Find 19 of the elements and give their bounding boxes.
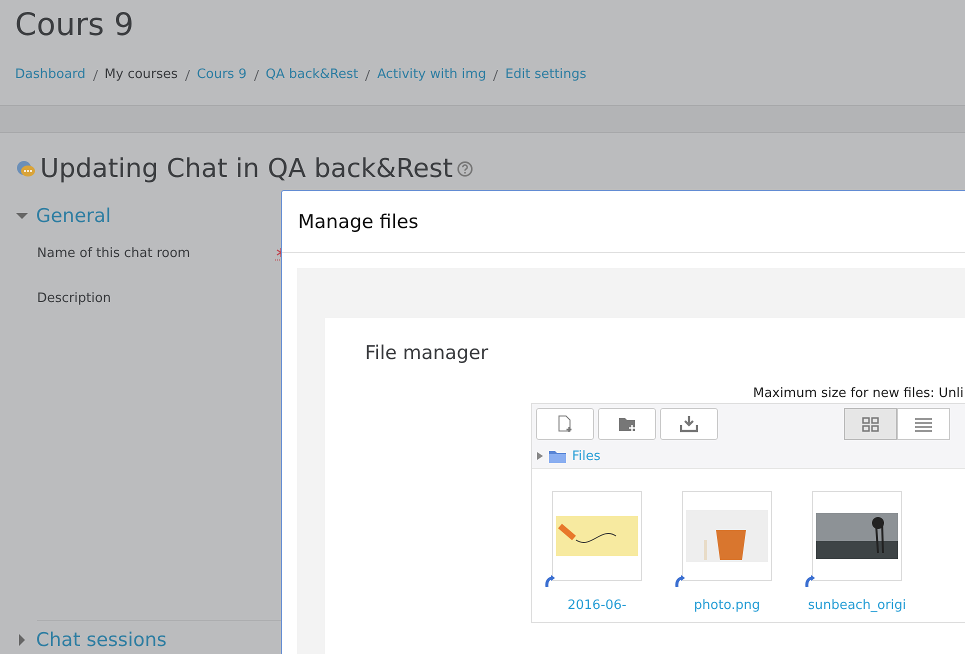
breadcrumb-item: My courses xyxy=(104,67,178,82)
breadcrumb-link[interactable]: Activity with img xyxy=(377,67,486,82)
section-link[interactable]: Chat sessions xyxy=(36,627,167,653)
breadcrumb-link[interactable]: Dashboard xyxy=(15,67,86,82)
max-size-text: Maximum size for new files: Unli xyxy=(753,386,965,401)
dialog-title: Manage files xyxy=(298,210,418,232)
breadcrumb-link[interactable]: Edit settings xyxy=(505,67,586,82)
field-label: Description xyxy=(37,291,112,306)
page-title: Cours 9 xyxy=(15,6,135,45)
file-name-link[interactable]: photo.png xyxy=(694,598,760,613)
breadcrumb-link[interactable]: QA back&Rest xyxy=(266,67,358,82)
breadcrumb-link[interactable]: Cours 9 xyxy=(196,67,247,82)
panel-title: File manager xyxy=(365,341,490,366)
file-name-link[interactable]: 2016-06- xyxy=(567,598,626,613)
field-label: Name of this chat room xyxy=(37,246,190,261)
page-heading: Updating Chat in QA back&Rest xyxy=(40,153,453,185)
section-link[interactable]: General xyxy=(36,203,111,229)
file-name-link[interactable]: sunbeach_origi xyxy=(808,598,906,613)
folder-link[interactable]: Files xyxy=(572,448,601,464)
